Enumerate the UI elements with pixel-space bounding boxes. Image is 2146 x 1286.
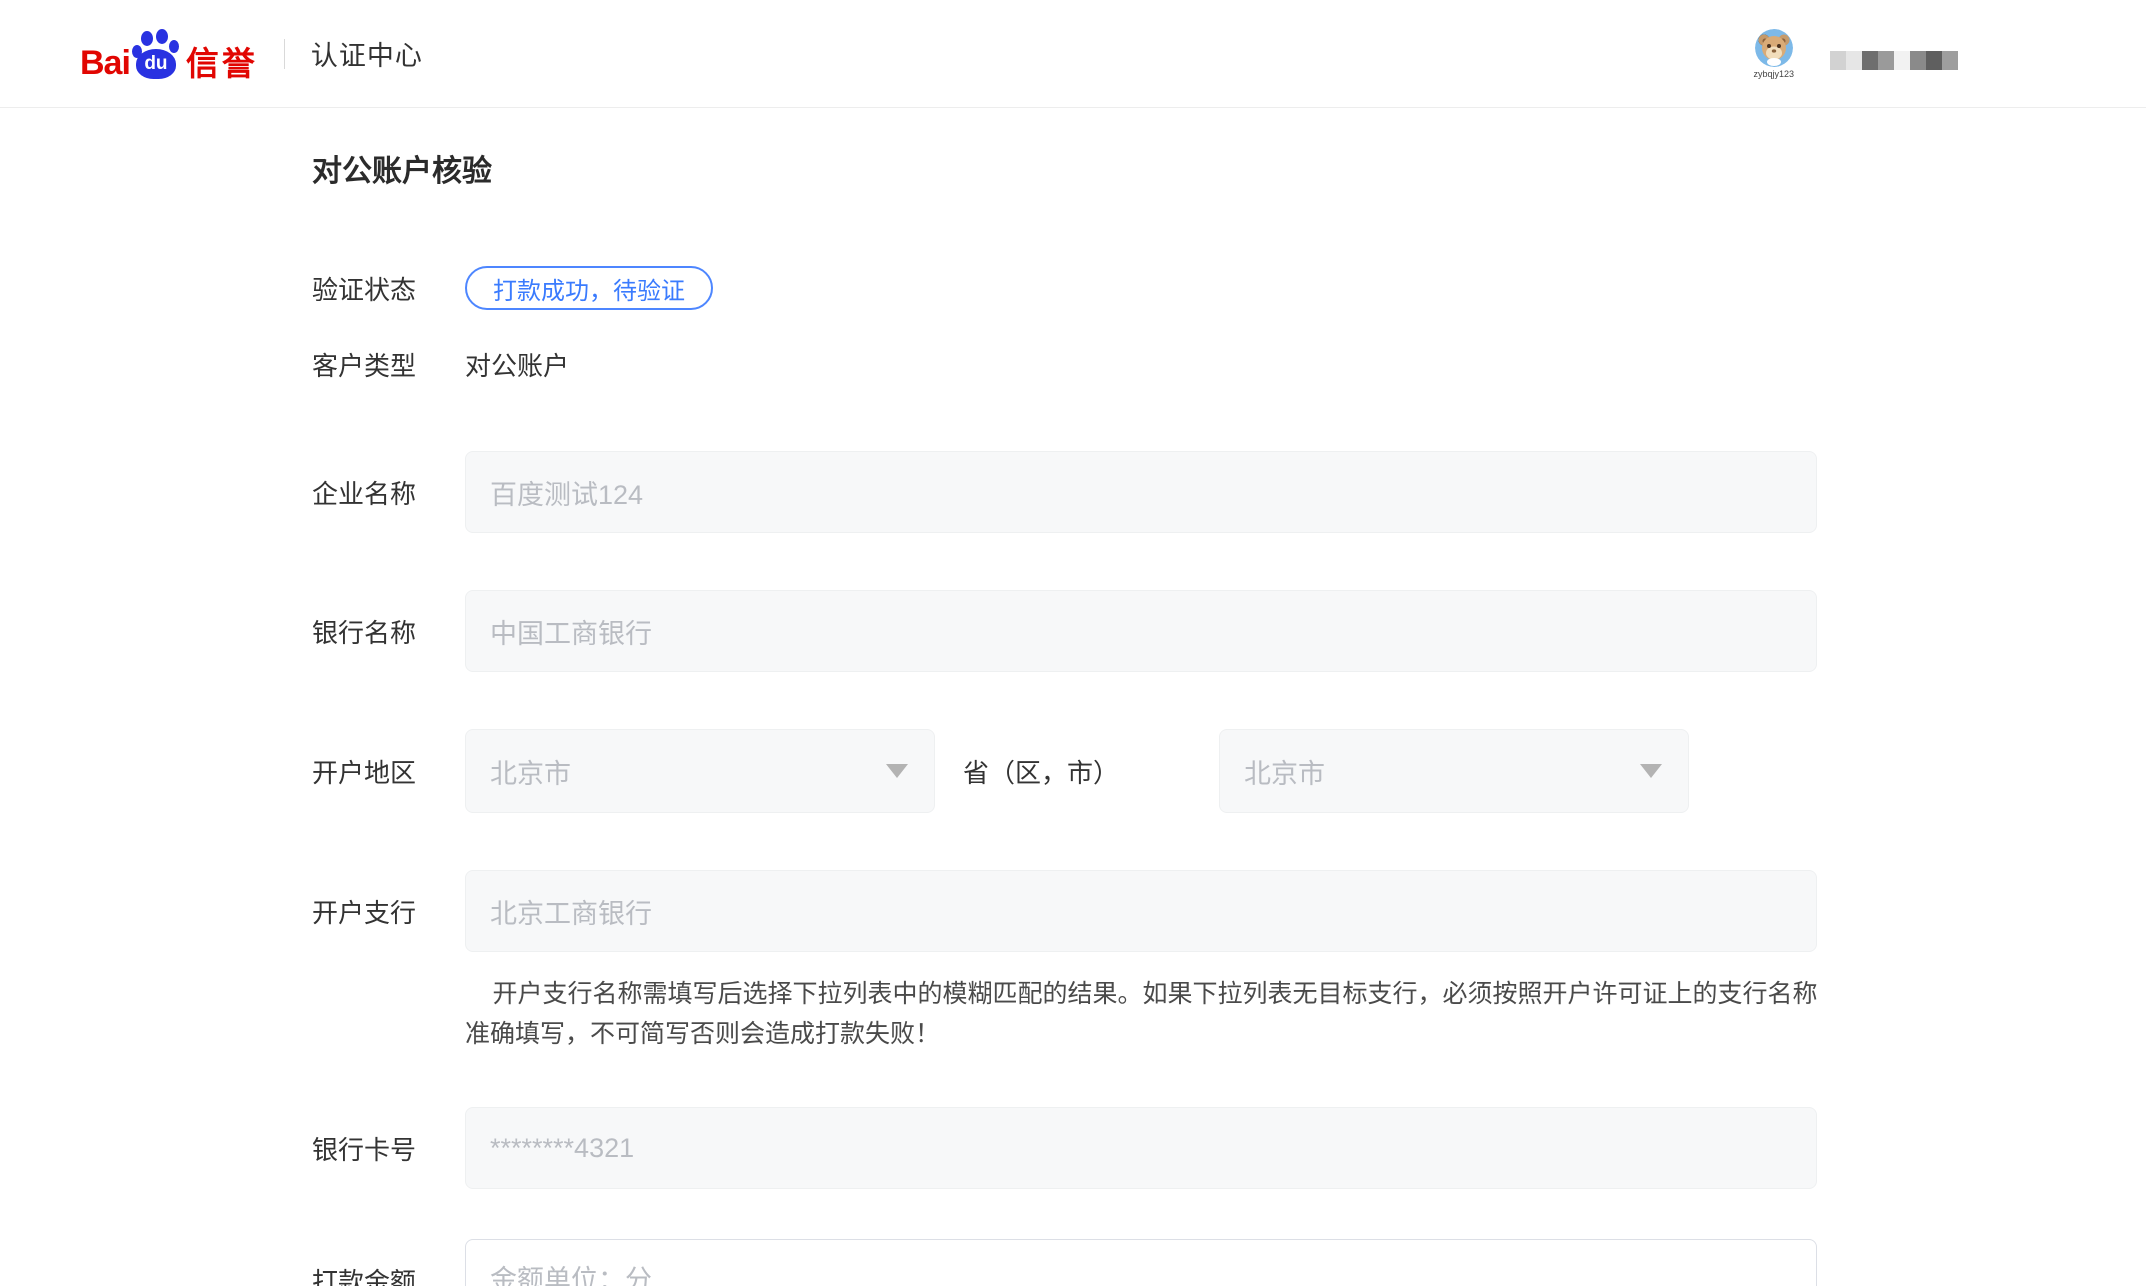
- bank-name-label: 银行名称: [312, 613, 465, 650]
- logo-text-xinyu: 信誉: [186, 47, 258, 80]
- verify-status-label: 验证状态: [312, 270, 465, 307]
- header-divider: [284, 39, 285, 69]
- logo-text-bai: Bai: [80, 46, 130, 80]
- customer-type-value: 对公账户: [465, 346, 569, 383]
- card-number-input[interactable]: [465, 1107, 1817, 1189]
- branch-input[interactable]: [465, 870, 1817, 952]
- bank-name-input[interactable]: [465, 590, 1817, 672]
- bank-region-row: 开户地区 北京市 省（区，市） 北京市: [312, 729, 2146, 813]
- baidu-xinyu-logo[interactable]: Bai du 信誉: [80, 28, 258, 80]
- amount-input[interactable]: [465, 1239, 1817, 1286]
- page-title: 对公账户核验: [312, 146, 2146, 190]
- company-name-row: 企业名称: [312, 451, 2146, 533]
- branch-note: 开户支行名称需填写后选择下拉列表中的模糊匹配的结果。如果下拉列表无目标支行，必须…: [465, 974, 1840, 1054]
- username: zybqjy123: [1753, 69, 1794, 79]
- bank-region-label: 开户地区: [312, 753, 465, 790]
- verify-status-row: 验证状态 打款成功，待验证: [312, 266, 2146, 310]
- site-section-title: 认证中心: [311, 34, 423, 73]
- header: Bai du 信誉 认证中心 zybqjy12: [0, 0, 2146, 108]
- card-number-row: 银行卡号: [312, 1107, 2146, 1189]
- bank-name-row: 银行名称: [312, 590, 2146, 672]
- province-select-value: 北京市: [490, 752, 571, 791]
- baidu-paw-icon: du: [132, 28, 180, 80]
- logo-text-du: du: [136, 50, 176, 78]
- branch-label: 开户支行: [312, 893, 465, 930]
- province-select[interactable]: 北京市: [465, 729, 935, 813]
- bear-avatar-icon[interactable]: [1755, 29, 1793, 67]
- customer-type-label: 客户类型: [312, 346, 465, 383]
- region-separator-label: 省（区，市）: [963, 753, 1119, 790]
- status-badge: 打款成功，待验证: [465, 266, 713, 310]
- redacted-account-name: [1830, 51, 1958, 70]
- branch-row: 开户支行: [312, 870, 2146, 952]
- amount-row: 打款金额: [312, 1239, 2146, 1286]
- chevron-down-icon: [1640, 764, 1662, 778]
- customer-type-row: 客户类型 对公账户: [312, 346, 2146, 383]
- city-select-value: 北京市: [1244, 752, 1325, 791]
- amount-label: 打款金额: [312, 1262, 465, 1286]
- city-select[interactable]: 北京市: [1219, 729, 1689, 813]
- chevron-down-icon: [886, 764, 908, 778]
- user-menu[interactable]: zybqjy123: [1753, 29, 1794, 79]
- company-name-input[interactable]: [465, 451, 1817, 533]
- company-name-label: 企业名称: [312, 474, 465, 511]
- card-number-label: 银行卡号: [312, 1130, 465, 1167]
